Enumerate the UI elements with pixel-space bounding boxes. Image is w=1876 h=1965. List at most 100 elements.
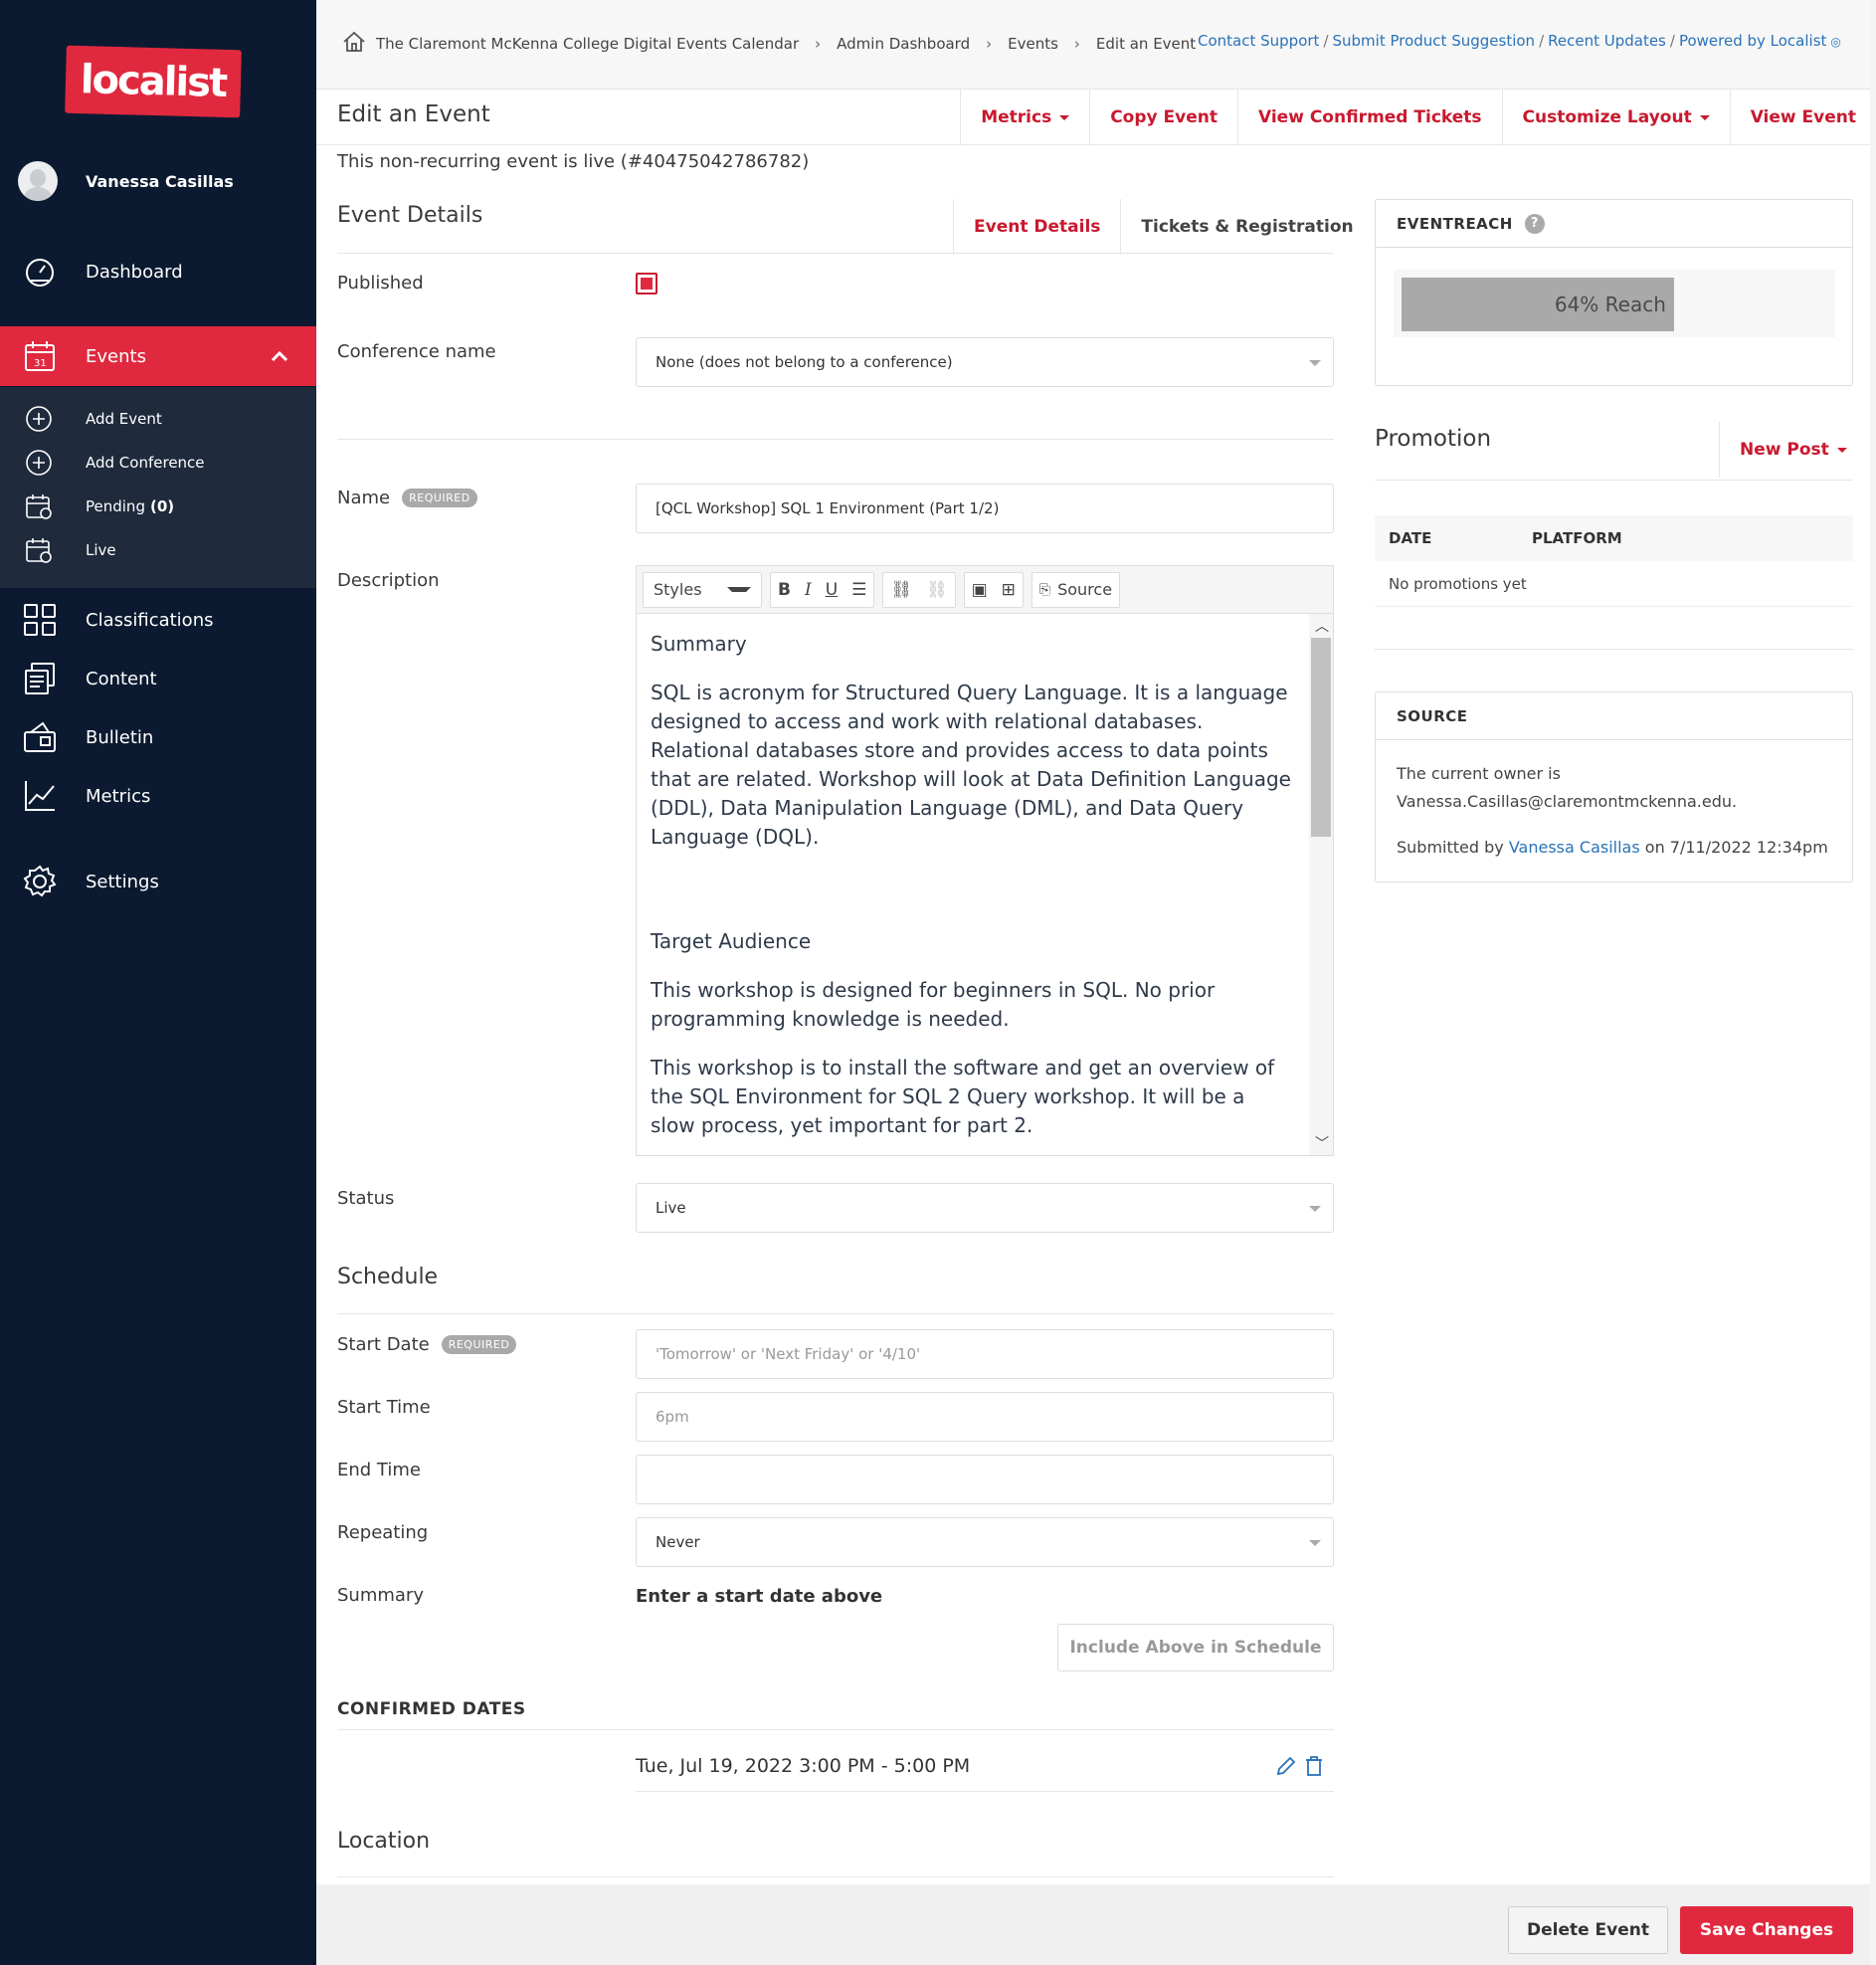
contact-support-link[interactable]: Contact Support <box>1198 32 1319 50</box>
image-icon[interactable]: ▣ <box>965 580 995 600</box>
new-post-dropdown[interactable]: New Post <box>1719 422 1853 478</box>
description-editor[interactable]: Styles B I U ☰ ⛓ ⛓ ▣ ⊞ ⎘ Source Summary … <box>636 565 1334 1156</box>
breadcrumb-current: Edit an Event <box>1095 35 1197 53</box>
conference-label: Conference name <box>337 341 496 362</box>
styles-dropdown[interactable]: Styles <box>643 571 762 608</box>
chevron-up-icon[interactable] <box>271 346 288 367</box>
format-group: B I U ☰ <box>770 571 875 608</box>
view-confirmed-tickets-button[interactable]: View Confirmed Tickets <box>1236 90 1502 145</box>
italic-icon[interactable]: I <box>798 580 819 600</box>
breadcrumb-events[interactable]: Events <box>1008 35 1058 53</box>
customize-layout-dropdown[interactable]: Customize Layout <box>1501 90 1730 145</box>
metrics-dropdown[interactable]: Metrics <box>960 90 1089 145</box>
sidebar-item-settings[interactable]: Settings <box>0 859 316 904</box>
bold-icon[interactable]: B <box>771 580 798 600</box>
published-checkbox[interactable] <box>636 273 657 295</box>
eventreach-header: EVENTREACH? <box>1376 200 1852 248</box>
published-label: Published <box>337 273 424 294</box>
link-icon[interactable]: ⛓ <box>883 580 919 600</box>
sidebar-subitem-add-conference[interactable]: Add Conference <box>0 443 205 483</box>
name-label-text: Name <box>337 488 391 508</box>
help-icon[interactable]: ? <box>1524 213 1545 234</box>
underline-icon[interactable]: U <box>819 580 844 600</box>
grid-icon <box>22 603 58 637</box>
dashboard-icon <box>22 255 58 289</box>
status-select[interactable]: Live <box>636 1183 1334 1233</box>
sidebar-item-classifications[interactable]: Classifications <box>0 597 316 643</box>
user-profile[interactable]: Vanessa Casillas <box>18 161 234 201</box>
pending-count: (0) <box>149 497 175 515</box>
calendar-icon: 31 <box>22 339 58 373</box>
sidebar-subitem-add-event[interactable]: Add Event <box>0 399 162 439</box>
calendar-pending-icon <box>24 491 54 521</box>
source-icon: ⎘ <box>1038 581 1051 598</box>
trash-icon[interactable] <box>1303 1755 1325 1781</box>
sidebar-item-content[interactable]: Content <box>0 656 316 701</box>
breadcrumb-calendar[interactable]: The Claremont McKenna College Digital Ev… <box>376 35 799 53</box>
sidebar-item-bulletin[interactable]: Bulletin <box>0 714 316 760</box>
gear-icon <box>22 865 58 898</box>
section-heading-schedule: Schedule <box>337 1265 439 1289</box>
editor-paragraph: SQL is acronym for Structured Query Lang… <box>651 681 1291 849</box>
owner-line: The current owner is <box>1397 764 1561 783</box>
start-date-input[interactable]: 'Tomorrow' or 'Next Friday' or '4/10' <box>636 1329 1334 1379</box>
scroll-up-icon[interactable]: ︿ <box>1315 616 1329 636</box>
source-button[interactable]: ⎘ Source <box>1031 571 1121 608</box>
column-platform: PLATFORM <box>1532 529 1622 547</box>
delete-event-button[interactable]: Delete Event <box>1508 1906 1668 1954</box>
sidebar-subitem-live[interactable]: Live <box>0 530 116 570</box>
sidebar-item-dashboard[interactable]: Dashboard <box>0 249 316 295</box>
start-time-input[interactable]: 6pm <box>636 1392 1334 1442</box>
copy-event-button[interactable]: Copy Event <box>1089 90 1237 145</box>
breadcrumb-admin-dashboard[interactable]: Admin Dashboard <box>837 35 970 53</box>
plus-circle-icon <box>24 404 54 434</box>
event-tabs: Event Details Tickets & Registration <box>953 199 1374 255</box>
editor-toolbar: Styles B I U ☰ ⛓ ⛓ ▣ ⊞ ⎘ Source <box>637 566 1333 614</box>
sidebar-item-metrics[interactable]: Metrics <box>0 773 316 819</box>
bullet-list-icon[interactable]: ☰ <box>844 580 873 600</box>
powered-by-link[interactable]: Powered by Localist <box>1679 32 1826 50</box>
new-post-label: New Post <box>1740 440 1829 460</box>
promotion-empty-row: No promotions yet <box>1375 561 1853 607</box>
tab-event-details[interactable]: Event Details <box>953 199 1120 255</box>
conference-select[interactable]: None (does not belong to a conference) <box>636 337 1334 387</box>
confirmed-date-actions <box>1275 1755 1325 1781</box>
product-suggestion-link[interactable]: Submit Product Suggestion <box>1333 32 1536 50</box>
metrics-label: Metrics <box>981 107 1052 127</box>
view-event-button[interactable]: View Event <box>1729 90 1876 145</box>
events-submenu: Add Event Add Conference Pending (0) Liv… <box>0 387 316 588</box>
editor-content[interactable]: Summary SQL is acronym for Structured Qu… <box>637 614 1309 1155</box>
eventreach-title: EVENTREACH <box>1397 214 1513 233</box>
caret-down-icon <box>1059 114 1070 120</box>
submitted-suffix: on 7/11/2022 12:34pm <box>1644 838 1828 857</box>
save-changes-button[interactable]: Save Changes <box>1680 1906 1853 1954</box>
recent-updates-link[interactable]: Recent Updates <box>1548 32 1666 50</box>
promotion-heading: Promotion <box>1375 426 1492 452</box>
scroll-down-icon[interactable]: ﹀ <box>1315 1133 1329 1153</box>
end-time-input[interactable] <box>636 1455 1334 1504</box>
insert-media-icon[interactable]: ⊞ <box>995 580 1023 600</box>
repeating-value: Never <box>656 1533 700 1551</box>
scroll-thumb[interactable] <box>1311 638 1331 837</box>
sidebar-item-label: Content <box>86 668 157 689</box>
editor-scrollbar[interactable]: ︿ ﹀ <box>1309 614 1333 1155</box>
repeating-select[interactable]: Never <box>636 1517 1334 1567</box>
sidebar-item-events[interactable]: 31 Events <box>0 326 316 386</box>
breadcrumb-separator: › <box>986 35 993 53</box>
page-scrollbar[interactable] <box>1870 0 1876 1965</box>
breadcrumb-separator: › <box>1073 35 1080 53</box>
dropdown-arrow-icon <box>1309 360 1321 366</box>
required-badge: REQUIRED <box>402 489 477 507</box>
styles-label: Styles <box>654 580 702 599</box>
localist-logo[interactable]: localist <box>65 45 242 118</box>
home-icon[interactable] <box>342 30 366 58</box>
sidebar-subitem-pending[interactable]: Pending (0) <box>0 487 174 526</box>
event-name-input[interactable]: [QCL Workshop] SQL 1 Environment (Part 1… <box>636 484 1334 533</box>
divider <box>636 1791 1334 1792</box>
pencil-icon[interactable] <box>1275 1755 1297 1781</box>
sidebar-subitem-label: Pending <box>86 497 145 515</box>
include-in-schedule-button[interactable]: Include Above in Schedule <box>1057 1624 1334 1671</box>
submitted-by-link[interactable]: Vanessa Casillas <box>1509 838 1640 857</box>
source-panel: SOURCE The current owner is Vanessa.Casi… <box>1375 691 1853 883</box>
tab-tickets-registration[interactable]: Tickets & Registration <box>1120 199 1373 255</box>
